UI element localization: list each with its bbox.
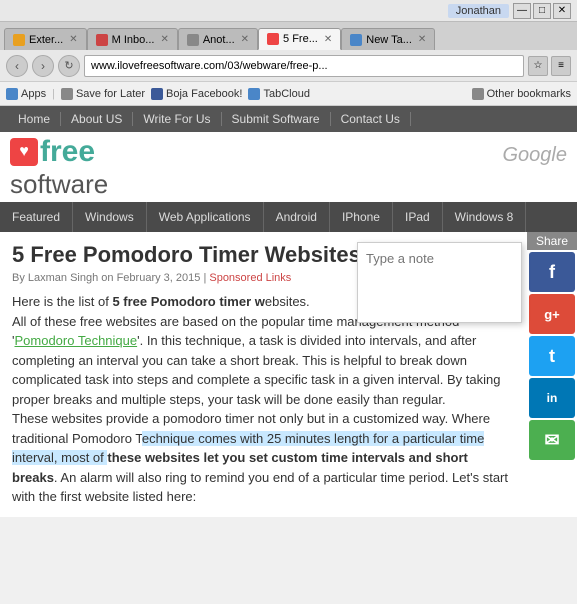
tab-icon-anot — [187, 34, 199, 46]
bookmark-boja[interactable]: Boja Facebook! — [151, 88, 242, 100]
forward-button[interactable]: › — [32, 55, 54, 77]
cat-windows8[interactable]: Windows 8 — [443, 202, 527, 232]
cat-android[interactable]: Android — [264, 202, 330, 232]
note-popup — [357, 242, 522, 323]
user-name: Jonathan — [448, 4, 509, 18]
article-para2: All of these free websites are based on … — [12, 312, 512, 410]
cat-windows[interactable]: Windows — [73, 202, 147, 232]
apps-bookmark-icon — [6, 88, 18, 100]
tab-active[interactable]: 5 Fre... ✕ — [258, 28, 341, 50]
other-bookmark-icon — [472, 88, 484, 100]
nav-about[interactable]: About US — [61, 112, 133, 126]
share-twitter-button[interactable]: t — [529, 336, 575, 376]
meta-date: on February 3, 2015 — [101, 272, 200, 284]
nav-submit[interactable]: Submit Software — [222, 112, 331, 126]
article-area: 5 Free Pomodoro Timer Websites By Laxman… — [0, 232, 577, 517]
boja-bookmark-label: Boja Facebook! — [166, 88, 242, 100]
tab-label-external: Exter... — [29, 34, 63, 46]
tab-close-anot[interactable]: ✕ — [241, 34, 249, 45]
para1-bold: 5 free Pomodoro timer w — [112, 294, 264, 309]
site-nav: Home About US Write For Us Submit Softwa… — [0, 106, 577, 132]
logo-software-text: software — [10, 169, 108, 200]
cat-ipad[interactable]: IPad — [393, 202, 443, 232]
nav-contact[interactable]: Contact Us — [331, 112, 411, 126]
boja-bookmark-icon — [151, 88, 163, 100]
url-input[interactable] — [84, 55, 524, 77]
article-para3: These websites provide a pomodoro timer … — [12, 409, 512, 507]
maximize-button[interactable]: □ — [533, 3, 551, 19]
tab-icon-external — [13, 34, 25, 46]
bookmark-other[interactable]: Other bookmarks — [472, 88, 571, 100]
bookmark-tabcloud[interactable]: TabCloud — [248, 88, 309, 100]
bookmark-apps[interactable]: Apps — [6, 88, 46, 100]
bookmark-divider-1: | — [52, 88, 55, 100]
other-bookmark-label: Other bookmarks — [487, 88, 571, 100]
logo-free-text: free — [40, 135, 95, 169]
share-email-button[interactable]: ✉ — [529, 420, 575, 460]
linkedin-icon: in — [547, 391, 558, 405]
page-content: Home About US Write For Us Submit Softwa… — [0, 106, 577, 517]
minimize-button[interactable]: — — [513, 3, 531, 19]
tab-close-external[interactable]: ✕ — [69, 34, 77, 45]
tabcloud-bookmark-label: TabCloud — [263, 88, 309, 100]
tab-close-gmail[interactable]: ✕ — [160, 34, 168, 45]
tab-icon-active — [267, 33, 279, 45]
tab-label-active: 5 Fre... — [283, 33, 318, 45]
share-facebook-button[interactable]: f — [529, 252, 575, 292]
share-linkedin-button[interactable]: in — [529, 378, 575, 418]
site-logo[interactable]: ♥ free software — [10, 135, 108, 200]
meta-by: By — [12, 272, 25, 284]
tab-newtab[interactable]: New Ta... ✕ — [341, 28, 435, 50]
pomodoro-technique-link[interactable]: Pomodoro Technique — [14, 333, 137, 348]
back-button[interactable]: ‹ — [6, 55, 28, 77]
title-bar: Jonathan — □ ✕ — [0, 0, 577, 22]
tab-external[interactable]: Exter... ✕ — [4, 28, 87, 50]
email-share-icon: ✉ — [544, 430, 559, 451]
window-controls: — □ ✕ — [513, 3, 571, 19]
note-input[interactable] — [366, 251, 513, 311]
category-nav: Featured Windows Web Applications Androi… — [0, 202, 577, 232]
tab-gmail[interactable]: M Inbo... ✕ — [87, 28, 178, 50]
save-bookmark-icon — [61, 88, 73, 100]
bookmarks-bar: Apps | Save for Later Boja Facebook! Tab… — [0, 82, 577, 106]
tab-label-gmail: M Inbo... — [112, 34, 155, 46]
tab-icon-gmail — [96, 34, 108, 46]
googleplus-icon: g+ — [544, 307, 560, 322]
tab-close-newtab[interactable]: ✕ — [418, 34, 426, 45]
twitter-icon: t — [549, 346, 555, 367]
share-label: Share — [527, 232, 577, 250]
google-search: Google — [503, 144, 568, 167]
bookmark-save[interactable]: Save for Later — [61, 88, 145, 100]
logo-heart-icon: ♥ — [10, 138, 38, 166]
tab-anot[interactable]: Anot... ✕ — [178, 28, 258, 50]
title-bar-right: Jonathan — □ ✕ — [448, 3, 571, 19]
nav-home[interactable]: Home — [8, 112, 61, 126]
tabcloud-bookmark-icon — [248, 88, 260, 100]
apps-bookmark-label: Apps — [21, 88, 46, 100]
tab-icon-newtab — [350, 34, 362, 46]
tab-close-active[interactable]: ✕ — [324, 34, 332, 45]
facebook-icon: f — [549, 262, 555, 283]
tab-label-anot: Anot... — [203, 34, 235, 46]
close-button[interactable]: ✕ — [553, 3, 571, 19]
tabs-bar: Exter... ✕ M Inbo... ✕ Anot... ✕ 5 Fre..… — [0, 22, 577, 50]
cat-web-applications[interactable]: Web Applications — [147, 202, 264, 232]
meta-author: Laxman Singh — [28, 272, 98, 284]
cat-featured[interactable]: Featured — [0, 202, 73, 232]
cat-iphone[interactable]: IPhone — [330, 202, 393, 232]
tab-label-newtab: New Ta... — [366, 34, 412, 46]
address-icons: ☆ ≡ — [528, 56, 571, 76]
menu-icon[interactable]: ≡ — [551, 56, 571, 76]
share-googleplus-button[interactable]: g+ — [529, 294, 575, 334]
reload-button[interactable]: ↻ — [58, 55, 80, 77]
sponsored-link[interactable]: Sponsored Links — [209, 272, 291, 284]
logo-area: ♥ free software Google — [0, 132, 577, 202]
bookmark-star-icon[interactable]: ☆ — [528, 56, 548, 76]
share-sidebar: Share f g+ t in ✉ — [527, 232, 577, 462]
save-bookmark-label: Save for Later — [76, 88, 145, 100]
article-text: Here is the list of 5 free Pomodoro time… — [12, 292, 512, 507]
nav-write[interactable]: Write For Us — [133, 112, 221, 126]
address-bar: ‹ › ↻ ☆ ≡ — [0, 50, 577, 82]
